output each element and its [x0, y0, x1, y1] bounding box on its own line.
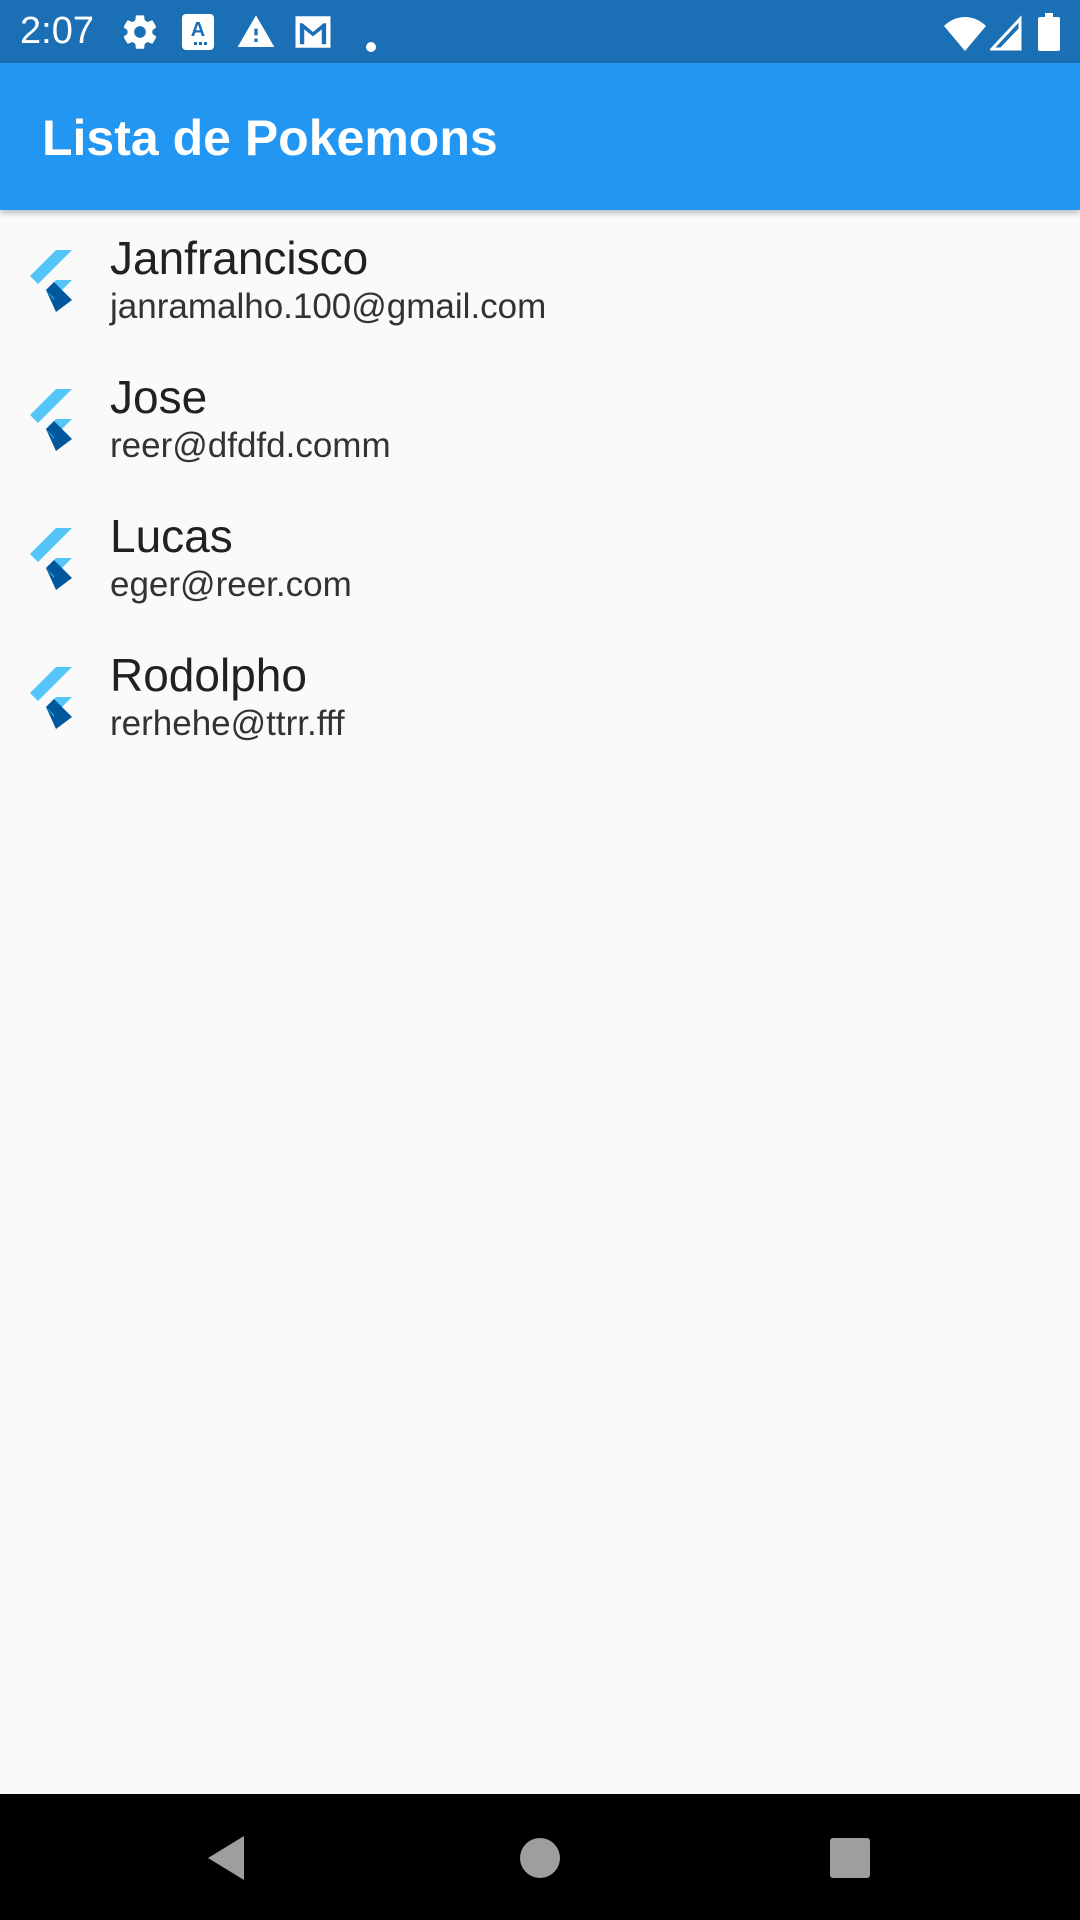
navigation-bar [0, 1794, 1080, 1920]
flutter-logo-icon [30, 667, 72, 729]
wifi-icon [944, 17, 986, 51]
list-item-subtitle: rerhehe@ttrr.fff [110, 704, 345, 743]
back-icon[interactable] [196, 1826, 260, 1890]
flutter-logo-icon [30, 528, 72, 590]
settings-icon [123, 15, 157, 49]
warning-icon [237, 15, 275, 48]
list-item[interactable]: Jose reer@dfdfd.comm [0, 349, 1080, 488]
translate-icon: A [182, 14, 214, 50]
gmail-icon [295, 16, 331, 48]
list-item[interactable]: Rodolpho rerhehe@ttrr.fff [0, 627, 1080, 766]
status-bar: 2:07 A [0, 0, 1080, 63]
list-item-title: Rodolpho [110, 649, 307, 701]
svg-text:A: A [191, 19, 205, 41]
pokemon-list: Janfrancisco janramalho.100@gmail.com Jo… [0, 210, 1080, 766]
list-item-title: Jose [110, 371, 208, 423]
signal-icon [990, 15, 1022, 51]
flutter-logo-icon [30, 389, 72, 451]
home-icon[interactable] [508, 1826, 572, 1890]
list-item[interactable]: Janfrancisco janramalho.100@gmail.com [0, 210, 1080, 349]
flutter-logo-icon [30, 250, 72, 312]
page-title: Lista de Pokemons [42, 110, 498, 166]
app-bar: Lista de Pokemons [0, 63, 1080, 210]
dot-icon [366, 42, 376, 52]
status-time: 2:07 [20, 10, 94, 52]
list-item-title: Janfrancisco [110, 232, 369, 284]
list-item-subtitle: eger@reer.com [110, 565, 352, 604]
list-item-subtitle: reer@dfdfd.comm [110, 426, 391, 465]
list-item-title: Lucas [110, 510, 233, 562]
recents-icon[interactable] [818, 1826, 882, 1890]
list-item-subtitle: janramalho.100@gmail.com [110, 287, 547, 326]
battery-icon [1038, 13, 1060, 51]
list-item[interactable]: Lucas eger@reer.com [0, 488, 1080, 627]
